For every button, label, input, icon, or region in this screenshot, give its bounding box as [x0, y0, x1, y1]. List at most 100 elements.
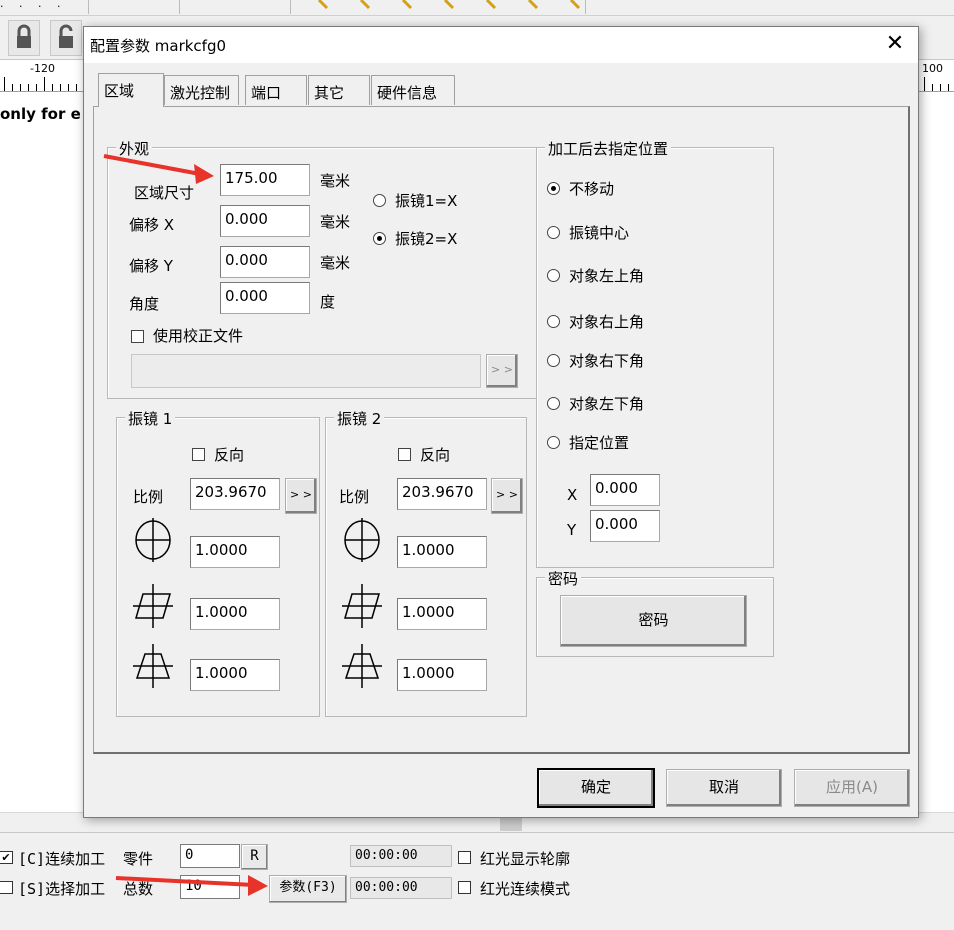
- parallelogram-distortion-icon: [133, 584, 173, 628]
- goto-option-radio[interactable]: [547, 182, 560, 195]
- select-label: [S]选择加工: [18, 880, 106, 898]
- lock-icon: [17, 24, 31, 48]
- parallelogram-distortion-icon: [342, 584, 382, 628]
- lock-button[interactable]: [8, 20, 40, 56]
- part-input[interactable]: 0: [180, 844, 240, 868]
- galvo2-x-label: 振镜2=X: [395, 230, 458, 248]
- ruler-tick: [4, 77, 5, 91]
- tab-area[interactable]: 区域: [98, 73, 164, 107]
- goto-option-radio[interactable]: [547, 354, 560, 367]
- galvo2-group: 振镜 2 反向 比例 203.9670 > > 1.0000 1.0000 1.…: [325, 408, 527, 717]
- goto-option-label: 对象左下角: [569, 395, 645, 413]
- galvo1-scale-label: 比例: [133, 488, 164, 506]
- goto-option-radio[interactable]: [547, 397, 560, 410]
- password-group: 密码 密码: [536, 568, 774, 657]
- ruler-tick: [44, 77, 45, 91]
- password-button[interactable]: 密码: [560, 595, 747, 647]
- galvo1-reverse-checkbox[interactable]: [192, 448, 205, 461]
- goto-option-label: 振镜中心: [569, 224, 630, 242]
- tab-label: 其它: [314, 84, 345, 102]
- goto-option-radio[interactable]: [547, 269, 560, 282]
- continuous-checkbox[interactable]: ✔: [0, 851, 13, 864]
- galvo1-barrel-input[interactable]: 1.0000: [190, 536, 280, 568]
- offset-y-label: 偏移 Y: [129, 257, 173, 275]
- toolbar-pencil-icons[interactable]: [290, 0, 586, 14]
- total-label: 总数: [123, 880, 154, 898]
- time-display-2: 00:00:00: [350, 877, 452, 899]
- tab-port[interactable]: 端口: [245, 75, 307, 105]
- galvo2-reverse-checkbox[interactable]: [398, 448, 411, 461]
- offset-x-input[interactable]: 0.000: [220, 205, 310, 237]
- correction-browse-button[interactable]: > >: [486, 354, 518, 388]
- params-f3-button[interactable]: 参数(F3): [269, 875, 347, 903]
- galvo1-group-label: 振镜 1: [125, 408, 176, 429]
- tab-laser-control[interactable]: 激光控制: [164, 75, 239, 105]
- tab-other[interactable]: 其它: [308, 75, 370, 105]
- goto-option-radio[interactable]: [547, 315, 560, 328]
- goto-option-radio[interactable]: [547, 436, 560, 449]
- ruler-tick: [36, 84, 37, 91]
- redlight-outline-label: 红光显示轮廓: [480, 850, 571, 868]
- barrel-distortion-icon: [135, 518, 171, 562]
- galvo1-scale-input[interactable]: 203.9670: [190, 478, 280, 510]
- goto-x-input[interactable]: 0.000: [590, 474, 660, 506]
- galvo1-parallelogram-input[interactable]: 1.0000: [190, 598, 280, 630]
- canvas-text: only for e: [0, 105, 81, 123]
- offset-x-label: 偏移 X: [129, 216, 175, 234]
- galvo1-x-radio[interactable]: [373, 194, 386, 207]
- goto-option-label: 不移动: [569, 180, 615, 198]
- close-icon[interactable]: ✕: [882, 31, 908, 57]
- area-size-label: 区域尺寸: [134, 184, 195, 202]
- part-label: 零件: [123, 850, 154, 868]
- apply-button[interactable]: 应用(A): [794, 769, 910, 807]
- galvo2-parallelogram-input[interactable]: 1.0000: [397, 598, 487, 630]
- cancel-button[interactable]: 取消: [666, 769, 782, 807]
- reset-r-button[interactable]: R: [241, 844, 268, 870]
- galvo2-scale-label: 比例: [339, 488, 370, 506]
- tab-panel-area: 外观 区域尺寸 175.00 毫米 偏移 X 0.000 毫米 偏移 Y 0.0…: [93, 106, 910, 754]
- scrollbar-thumb[interactable]: [500, 817, 522, 831]
- ok-button[interactable]: 确定: [538, 769, 654, 807]
- galvo2-scale-input[interactable]: 203.9670: [397, 478, 487, 510]
- offset-y-input[interactable]: 0.000: [220, 246, 310, 278]
- galvo2-scale-button[interactable]: > >: [491, 478, 523, 514]
- goto-x-label: X: [567, 486, 578, 504]
- goto-after-group: 加工后去指定位置 不移动 振镜中心 对象左上角 对象右上角 对象右下角 对象左下角 指定位置…: [536, 138, 774, 568]
- goto-y-input[interactable]: 0.000: [590, 510, 660, 542]
- area-size-input[interactable]: 175.00: [220, 164, 310, 196]
- use-correction-checkbox[interactable]: [131, 330, 144, 343]
- ruler-tick: [28, 84, 29, 91]
- unlock-button[interactable]: [50, 20, 82, 56]
- galvo2-group-label: 振镜 2: [334, 408, 385, 429]
- dialog-titlebar[interactable]: 配置参数 markcfg0 ✕: [84, 27, 918, 63]
- redlight-continuous-checkbox[interactable]: [458, 881, 471, 894]
- select-checkbox[interactable]: [0, 881, 13, 894]
- redlight-outline-checkbox[interactable]: [458, 851, 471, 864]
- galvo1-scale-button[interactable]: > >: [285, 478, 317, 514]
- toolbar-icons-fragment[interactable]: [88, 0, 180, 14]
- galvo2-x-radio[interactable]: [373, 232, 386, 245]
- tab-hardware-info[interactable]: 硬件信息: [371, 75, 455, 105]
- time-display-1: 00:00:00: [350, 845, 452, 867]
- ruler-tick: [52, 84, 53, 91]
- config-dialog: 配置参数 markcfg0 ✕ 区域 激光控制 端口 其它 硬件信息 外观 区域…: [83, 26, 919, 818]
- bottom-control-panel: ✔ [C]连续加工 [S]选择加工 零件 0 R 总数 10 参数(F3) 00…: [0, 832, 954, 930]
- total-input[interactable]: 10: [180, 875, 240, 899]
- barrel-distortion-icon: [344, 518, 380, 562]
- appearance-group: 外观 区域尺寸 175.00 毫米 偏移 X 0.000 毫米 偏移 Y 0.0…: [107, 138, 537, 399]
- continuous-label: [C]连续加工: [18, 850, 106, 868]
- angle-input[interactable]: 0.000: [220, 282, 310, 314]
- goto-option-radio[interactable]: [547, 226, 560, 239]
- galvo2-trapezoid-input[interactable]: 1.0000: [397, 659, 487, 691]
- galvo1-trapezoid-input[interactable]: 1.0000: [190, 659, 280, 691]
- galvo2-barrel-input[interactable]: 1.0000: [397, 536, 487, 568]
- goto-option-label: 对象左上角: [569, 267, 645, 285]
- ruler-tick: [12, 84, 13, 91]
- goto-option-label: 对象右上角: [569, 313, 645, 331]
- ruler-tick: [948, 84, 949, 91]
- galvo1-group: 振镜 1 反向 比例 203.9670 > > 1.0000 1.0000 1.…: [116, 408, 320, 717]
- unlock-icon: [59, 24, 73, 48]
- check-icon: ✔: [1, 851, 11, 864]
- galvo1-x-label: 振镜1=X: [395, 192, 458, 210]
- correction-file-input[interactable]: [131, 354, 481, 388]
